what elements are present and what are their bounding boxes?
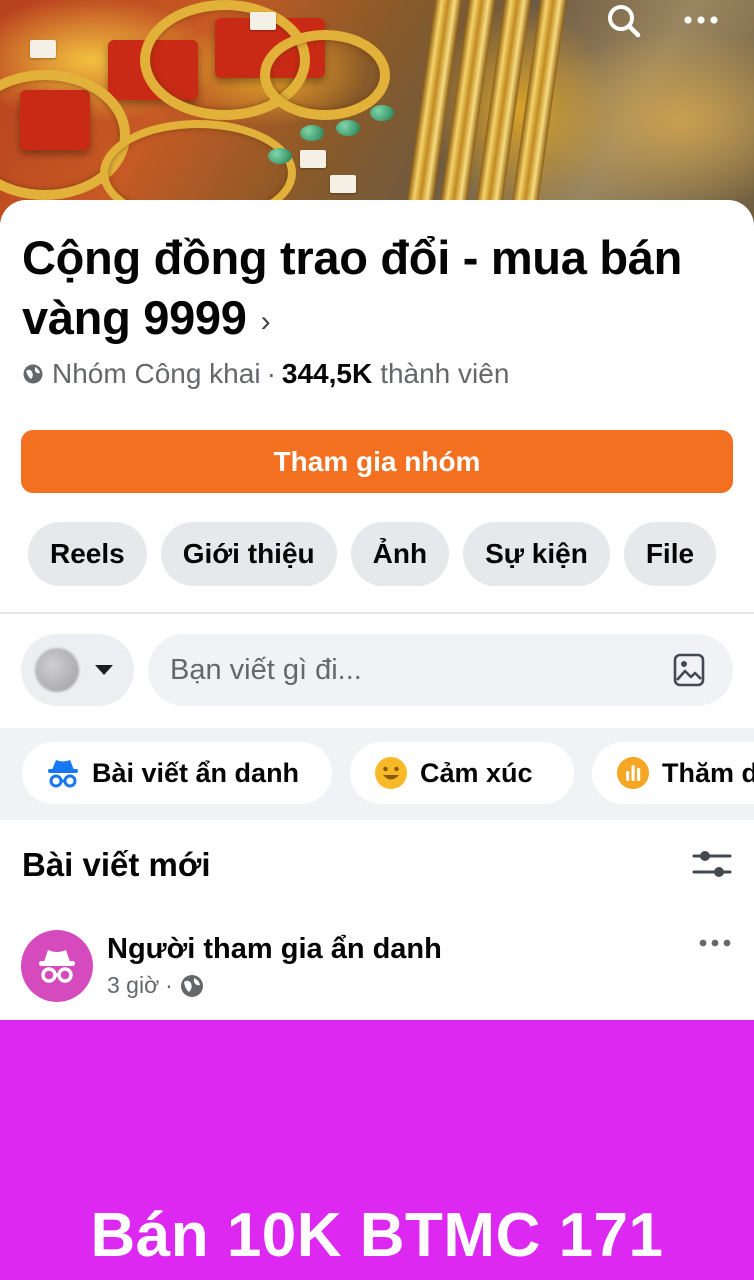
- tab-events[interactable]: Sự kiện: [463, 522, 610, 586]
- post-time-separator: ·: [165, 972, 173, 998]
- anonymous-avatar[interactable]: [21, 930, 93, 1002]
- group-meta: Nhóm Công khai · 344,5K thành viên: [22, 358, 509, 390]
- price-tag: [250, 12, 276, 30]
- chevron-right-icon[interactable]: ›: [261, 292, 271, 352]
- post-more-icon[interactable]: [698, 936, 732, 950]
- price-tag: [30, 40, 56, 58]
- tab-files[interactable]: File: [623, 522, 717, 586]
- filter-icon[interactable]: [692, 848, 732, 882]
- group-title-line1: Cộng đồng trao đổi - mua bán: [22, 231, 682, 284]
- anonymous-icon: [39, 950, 75, 983]
- composer-actions: Bài viết ẩn danh Cảm xúc Thăm dò: [0, 728, 754, 820]
- smiley-icon: [375, 757, 407, 789]
- poll-button[interactable]: Thăm dò: [592, 742, 754, 804]
- feeling-label: Cảm xúc: [420, 757, 533, 788]
- divider: [0, 612, 754, 614]
- member-label: thành viên: [380, 358, 510, 389]
- meta-separator: ·: [266, 358, 276, 389]
- jade-gem: [300, 125, 324, 141]
- tab-reels[interactable]: Reels: [28, 522, 147, 586]
- jade-gem: [336, 120, 360, 136]
- feed-heading: Bài viết mới: [22, 846, 211, 883]
- post-time-label: 3 giờ: [107, 972, 160, 998]
- poll-label: Thăm dò: [662, 757, 754, 788]
- search-icon[interactable]: [602, 0, 646, 44]
- tab-about[interactable]: Giới thiệu: [160, 522, 337, 586]
- group-title-line2: vàng 9999: [22, 291, 247, 344]
- post-author[interactable]: Người tham gia ẩn danh: [107, 933, 442, 966]
- anonymous-icon: [48, 760, 78, 788]
- anonymous-post-button[interactable]: Bài viết ẩn danh: [22, 742, 332, 804]
- globe-icon: [23, 364, 43, 384]
- avatar: [35, 648, 79, 692]
- composer-placeholder: Bạn viết gì đi...: [170, 653, 362, 686]
- profile-switcher[interactable]: [21, 634, 134, 706]
- feeling-button[interactable]: Cảm xúc: [350, 742, 574, 804]
- group-title[interactable]: Cộng đồng trao đổi - mua bán vàng 9999 ›: [22, 228, 742, 352]
- group-info-panel: Cộng đồng trao đổi - mua bán vàng 9999 › …: [0, 200, 754, 1020]
- jade-gem: [370, 105, 394, 121]
- post-content[interactable]: Bán 10K BTMC 171: [0, 1020, 754, 1280]
- more-options-icon[interactable]: [680, 0, 724, 44]
- post-timestamp: 3 giờ ·: [107, 972, 205, 999]
- group-tabs: Reels Giới thiệu Ảnh Sự kiện File: [28, 522, 754, 586]
- price-tag: [300, 150, 326, 168]
- post-text: Bán 10K BTMC 171: [90, 1201, 664, 1270]
- gold-ring: [260, 30, 390, 120]
- jade-gem: [268, 148, 292, 164]
- member-count: 344,5K: [281, 358, 373, 389]
- poll-icon: [617, 757, 649, 789]
- caret-down-icon: [95, 665, 113, 675]
- price-tag: [330, 175, 356, 193]
- photo-icon[interactable]: [671, 652, 707, 688]
- join-group-button[interactable]: Tham gia nhóm: [21, 430, 733, 493]
- globe-icon: [180, 974, 203, 997]
- tab-photos[interactable]: Ảnh: [350, 522, 450, 586]
- privacy-label: Nhóm Công khai: [52, 358, 261, 389]
- post-composer-input[interactable]: Bạn viết gì đi...: [148, 634, 733, 706]
- anonymous-post-label: Bài viết ẩn danh: [92, 757, 300, 788]
